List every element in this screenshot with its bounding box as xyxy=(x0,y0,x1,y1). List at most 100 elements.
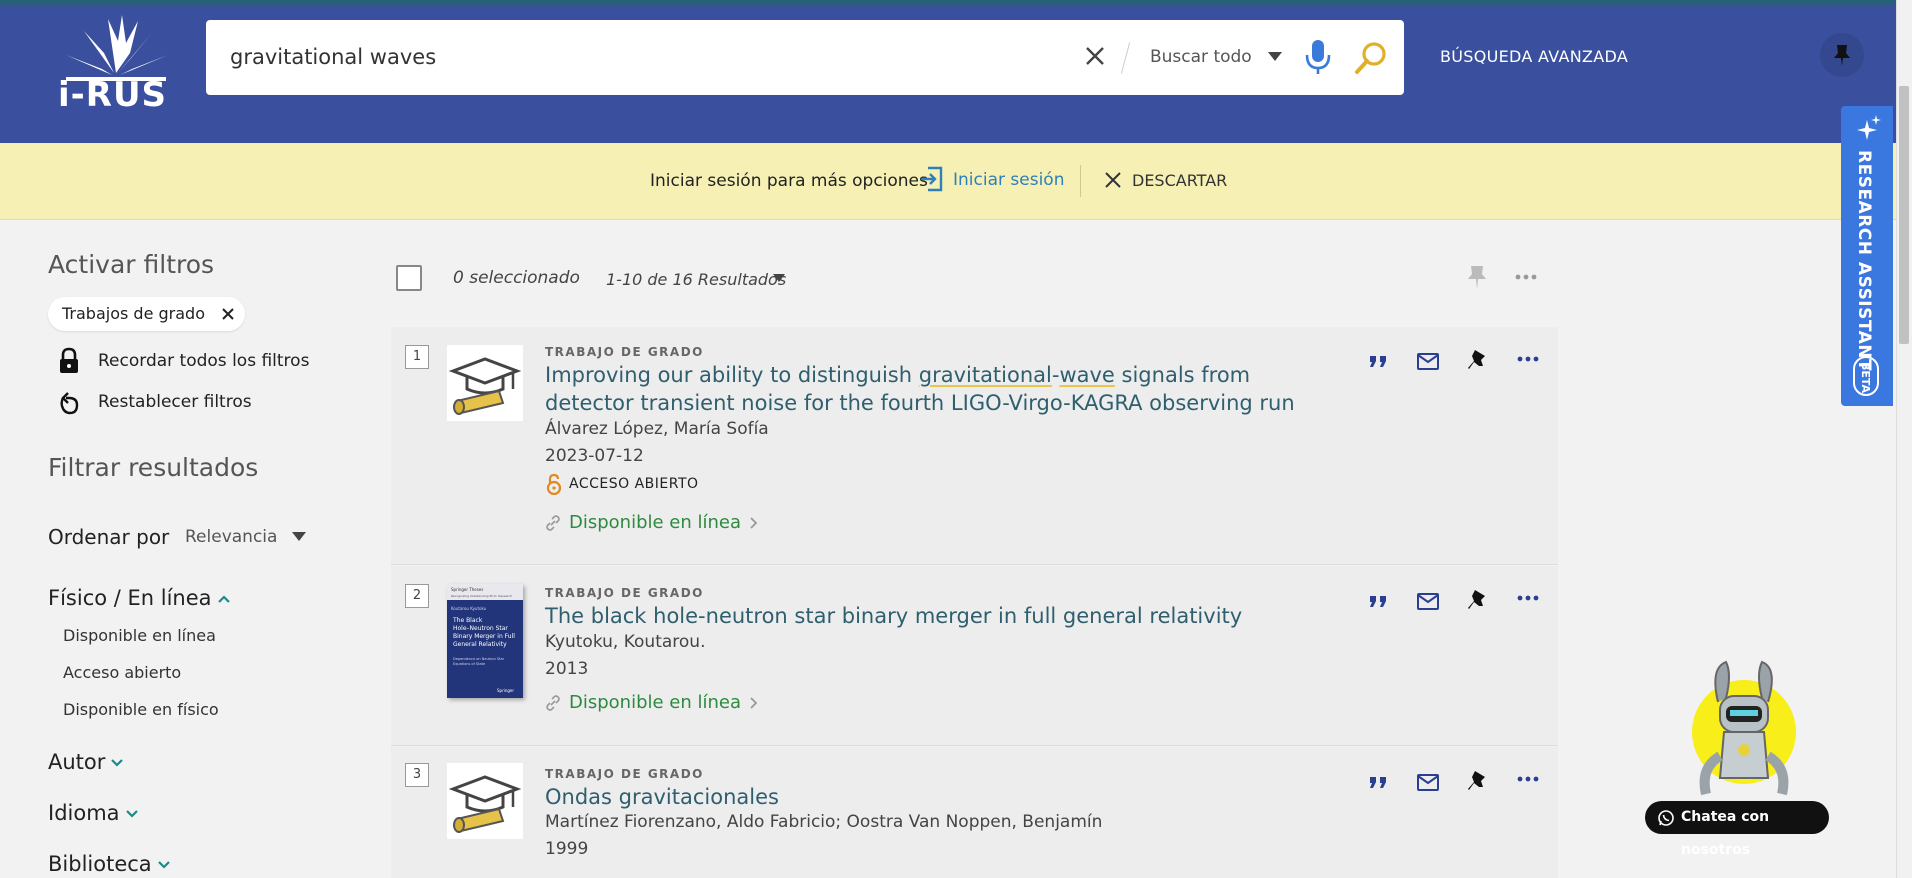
advanced-search-link[interactable]: BÚSQUEDA AVANZADA xyxy=(1440,47,1628,66)
pin-icon[interactable] xyxy=(1465,769,1491,793)
result-title[interactable]: Ondas gravitacionales xyxy=(545,783,1305,811)
filter-results-heading: Filtrar resultados xyxy=(48,453,259,482)
result-item[interactable]: 3 TRABAJO DE GRADO Ondas gravitacionales… xyxy=(391,747,1558,878)
logo-text: i-RUS xyxy=(58,75,168,115)
results-range-select[interactable]: 1-10 de 16 Resultados xyxy=(606,270,786,289)
sort-label: Ordenar por xyxy=(48,525,170,549)
active-filters-heading: Activar filtros xyxy=(48,250,215,279)
chevron-down-icon xyxy=(111,759,124,767)
remember-filters-button[interactable]: Recordar todos los filtros xyxy=(56,347,316,373)
pin-icon[interactable] xyxy=(1465,348,1491,372)
clear-search-icon[interactable] xyxy=(1082,43,1108,69)
dismiss-button[interactable]: DESCARTAR xyxy=(1132,171,1227,190)
pin-icon xyxy=(1834,45,1850,66)
chevron-right-icon xyxy=(750,517,758,529)
availability-label: Disponible en línea xyxy=(569,512,742,533)
open-lock-icon xyxy=(546,473,562,495)
resource-type: TRABAJO DE GRADO xyxy=(545,586,704,600)
facet-library[interactable]: Biblioteca xyxy=(48,852,170,876)
graduation-cap-icon xyxy=(447,763,523,839)
result-number: 1 xyxy=(405,345,429,369)
chat-with-us-button[interactable]: Chatea con nosotros xyxy=(1645,801,1829,858)
login-link[interactable]: Iniciar sesión xyxy=(953,170,1064,190)
scrollbar-thumb[interactable] xyxy=(1899,86,1909,344)
result-number: 2 xyxy=(405,584,429,608)
link-icon xyxy=(546,515,560,531)
facet-item-available-physical[interactable]: Disponible en físico xyxy=(63,700,219,719)
cover-author: Koutarou Kyutoku xyxy=(451,606,487,611)
more-options-icon[interactable] xyxy=(1515,349,1541,373)
chip-label: Trabajos de grado xyxy=(62,304,205,323)
facet-title: Biblioteca xyxy=(48,852,152,876)
pin-icon[interactable] xyxy=(1466,264,1488,290)
top-header: i-RUS Buscar todo BÚSQUEDA AVANZADA xyxy=(0,0,1896,143)
cover-subtitle-line: Equations of State xyxy=(453,662,485,666)
result-title[interactable]: Improving our ability to distinguish gra… xyxy=(545,361,1305,417)
email-icon[interactable] xyxy=(1415,349,1441,373)
cover-subtitle-line: Dependence on Neutron Star xyxy=(453,657,505,661)
facet-author[interactable]: Autor xyxy=(48,750,124,774)
title-highlight: wave xyxy=(1059,363,1115,387)
availability-label: Disponible en línea xyxy=(569,692,742,713)
open-access-label: ACCESO ABIERTO xyxy=(569,476,699,492)
facet-physical-online[interactable]: Físico / En línea xyxy=(48,586,230,610)
result-author: Kyutoku, Koutarou. xyxy=(545,632,706,652)
chevron-up-icon xyxy=(217,595,230,603)
citation-icon[interactable] xyxy=(1365,770,1391,794)
more-options-icon[interactable] xyxy=(1515,769,1541,793)
select-all-checkbox[interactable] xyxy=(396,265,422,291)
facet-language[interactable]: Idioma xyxy=(48,801,138,825)
result-item[interactable]: 1 TRABAJO DE GRADO Improving our ability… xyxy=(391,327,1558,565)
reset-filters-button[interactable]: Restablecer filtros xyxy=(56,392,276,415)
resource-type: TRABAJO DE GRADO xyxy=(545,767,704,781)
result-item[interactable]: 2 Springer Theses Recognizing Outstandin… xyxy=(391,566,1558,746)
chevron-right-icon xyxy=(750,697,758,709)
search-input[interactable] xyxy=(230,38,1050,76)
microphone-icon[interactable] xyxy=(1304,38,1332,76)
open-access-badge: ACCESO ABIERTO xyxy=(545,473,699,495)
lock-icon xyxy=(60,347,78,373)
facet-item-open-access[interactable]: Acceso abierto xyxy=(63,663,181,682)
close-icon[interactable] xyxy=(1103,170,1123,190)
search-icon[interactable] xyxy=(1354,40,1388,76)
whatsapp-icon xyxy=(1658,810,1674,826)
citation-icon[interactable] xyxy=(1365,349,1391,373)
graduation-cap-icon xyxy=(447,345,523,421)
chatbot-avatar-icon[interactable] xyxy=(1680,658,1810,808)
facet-item-available-online[interactable]: Disponible en línea xyxy=(63,626,216,645)
chevron-down-icon xyxy=(157,861,170,869)
citation-icon[interactable] xyxy=(1365,589,1391,613)
facet-title: Físico / En línea xyxy=(48,586,212,610)
availability-link[interactable]: Disponible en línea xyxy=(545,512,759,533)
reset-filters-label: Restablecer filtros xyxy=(98,392,252,412)
caret-down-icon[interactable] xyxy=(1268,52,1282,61)
search-bar: Buscar todo xyxy=(206,20,1404,95)
cover-publisher: Springer xyxy=(497,688,514,693)
book-cover-image: Springer Theses Recognizing Outstanding … xyxy=(447,584,523,698)
login-message: Iniciar sesión para más opciones xyxy=(650,171,928,191)
result-number: 3 xyxy=(405,763,429,787)
availability-link[interactable]: Disponible en línea xyxy=(545,692,759,713)
facet-title: Idioma xyxy=(48,801,120,825)
sort-select[interactable]: Relevancia xyxy=(185,527,277,547)
sign-in-icon[interactable] xyxy=(920,165,944,193)
cover-title-line: General Relativity xyxy=(453,641,507,648)
result-title[interactable]: The black hole-neutron star binary merge… xyxy=(545,602,1305,630)
caret-down-icon[interactable] xyxy=(773,274,785,282)
pinned-items-button[interactable] xyxy=(1820,33,1864,77)
remove-filter-icon[interactable] xyxy=(221,307,235,321)
more-options-icon[interactable] xyxy=(1514,270,1538,284)
pin-icon[interactable] xyxy=(1465,588,1491,612)
cover-title-line: The Black xyxy=(452,617,483,624)
title-part: Improving our ability to distinguish xyxy=(545,363,919,387)
result-author: Álvarez López, María Sofía xyxy=(545,419,769,439)
email-icon[interactable] xyxy=(1415,770,1441,794)
caret-down-icon[interactable] xyxy=(292,532,306,541)
email-icon[interactable] xyxy=(1415,589,1441,613)
research-assistant-tab[interactable]: RESEARCH ASSISTANT BETA xyxy=(1841,106,1893,406)
search-scope-select[interactable]: Buscar todo xyxy=(1150,47,1252,67)
remember-filters-label: Recordar todos los filtros xyxy=(98,351,310,371)
more-options-icon[interactable] xyxy=(1515,588,1541,612)
result-author: Martínez Fiorenzano, Aldo Fabricio; Oost… xyxy=(545,812,1103,832)
sparkle-icon xyxy=(1857,115,1881,140)
